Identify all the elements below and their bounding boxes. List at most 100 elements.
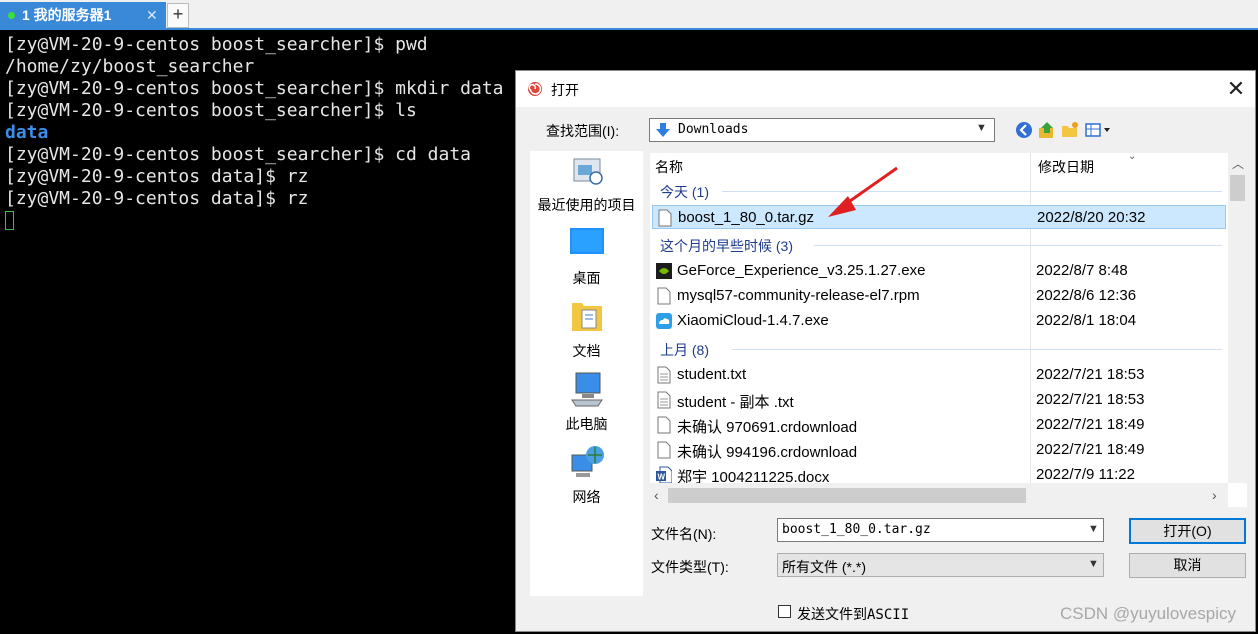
file-name-label: 文件名(N): (651, 526, 717, 542)
close-icon[interactable]: ✕ (1221, 73, 1251, 105)
text-file-icon (657, 366, 671, 384)
group-divider (814, 245, 1222, 246)
terminal-line: [zy@VM-20-9-centos boost_searcher]$ pwd (5, 34, 428, 55)
up-folder-icon[interactable] (1038, 121, 1056, 139)
file-list[interactable]: 名称 修改日期 ⌄ 今天 (1) boost_1_80_0.tar.gz 202… (650, 153, 1247, 507)
file-date: 2022/8/20 20:32 (1037, 209, 1146, 226)
file-date: 2022/8/1 18:04 (1036, 312, 1137, 329)
network-icon (571, 446, 604, 477)
file-row[interactable]: 未确认 994196.crdownload 2022/7/21 18:49 (652, 438, 1226, 462)
watermark: CSDN @yuyulovespicy (1060, 604, 1236, 623)
look-in-dropdown[interactable]: Downloads ▼ (649, 118, 995, 142)
horizontal-scroll-thumb[interactable] (668, 488, 1026, 503)
send-ascii-checkbox[interactable] (778, 605, 791, 618)
file-date: 2022/8/7 8:48 (1036, 262, 1128, 279)
documents-icon (572, 303, 602, 331)
tab-bar: 1 我的服务器1 ✕ + (0, 0, 1258, 30)
view-menu-icon[interactable] (1085, 121, 1115, 139)
new-folder-icon[interactable] (1061, 121, 1079, 139)
file-date: 2022/7/9 11:22 (1036, 466, 1135, 483)
chevron-down-icon: ▼ (976, 122, 987, 134)
terminal-line: [zy@VM-20-9-centos data]$ rz (5, 188, 309, 209)
scroll-up-icon[interactable]: ︿ (1232, 155, 1244, 172)
file-icon (657, 287, 671, 305)
group-divider (722, 191, 1222, 192)
group-divider (732, 349, 1222, 350)
look-in-value: Downloads (678, 122, 749, 137)
horizontal-scrollbar[interactable]: ‹ › (650, 483, 1228, 507)
terminal-line-directory: data (5, 122, 49, 143)
file-icon (657, 441, 671, 459)
file-name: student.txt (677, 366, 747, 383)
computer-icon (571, 372, 603, 407)
connected-status-dot (8, 12, 15, 19)
file-row[interactable]: mysql57-community-release-el7.rpm 2022/8… (652, 284, 1226, 308)
file-row[interactable]: 未确认 970691.crdownload 2022/7/21 18:49 (652, 413, 1226, 437)
scroll-right-icon[interactable]: › (1212, 487, 1217, 503)
file-name: mysql57-community-release-el7.rpm (677, 287, 920, 304)
file-name: XiaomiCloud-1.4.7.exe (677, 312, 829, 329)
column-header-date[interactable]: 修改日期 (1038, 153, 1094, 181)
back-icon[interactable] (1015, 121, 1033, 139)
file-date: 2022/7/21 18:49 (1036, 441, 1145, 458)
desktop-icon (570, 228, 604, 254)
terminal-line: [zy@VM-20-9-centos boost_searcher]$ cd d… (5, 144, 471, 165)
file-name-combobox[interactable]: boost_1_80_0.tar.gz ▼ (777, 518, 1104, 542)
snail-icon (528, 82, 542, 96)
terminal-cursor (5, 211, 14, 230)
dialog-title-bar: 打开 ✕ (516, 71, 1255, 107)
chevron-down-icon: ▼ (1088, 558, 1099, 570)
file-date: 2022/7/21 18:53 (1036, 366, 1145, 383)
download-arrow-icon (656, 123, 670, 137)
file-name: student - 副本 .txt (677, 394, 794, 411)
file-row[interactable]: XiaomiCloud-1.4.7.exe 2022/8/1 18:04 (652, 309, 1226, 333)
nvidia-icon (656, 263, 672, 279)
vertical-scroll-thumb[interactable] (1230, 175, 1245, 201)
file-type-dropdown[interactable]: 所有文件 (*.*) ▼ (777, 553, 1104, 577)
column-header-name[interactable]: 名称 (655, 153, 683, 181)
terminal-line: [zy@VM-20-9-centos boost_searcher]$ ls (5, 100, 417, 121)
group-header-last-month[interactable]: 上月 (8) (660, 340, 709, 360)
tab-label: 1 我的服务器1 (22, 7, 112, 23)
file-row-selected[interactable]: boost_1_80_0.tar.gz 2022/8/20 20:32 (652, 205, 1226, 229)
file-name-input[interactable]: boost_1_80_0.tar.gz (782, 522, 931, 537)
cancel-button[interactable]: 取消 (1129, 553, 1246, 578)
recent-items-icon (573, 158, 603, 185)
close-tab-icon[interactable]: ✕ (146, 2, 158, 28)
file-type-value: 所有文件 (*.*) (782, 559, 866, 575)
file-name: boost_1_80_0.tar.gz (678, 209, 814, 226)
svg-text:W: W (658, 473, 666, 482)
place-label: 此电脑 (565, 416, 608, 432)
place-label: 桌面 (572, 270, 601, 286)
terminal-line: /home/zy/boost_searcher (5, 56, 255, 77)
file-date: 2022/7/21 18:53 (1036, 391, 1145, 408)
file-date: 2022/7/21 18:49 (1036, 416, 1145, 433)
group-header-earlier-this-month[interactable]: 这个月的早些时候 (3) (660, 236, 793, 256)
places-bar: 最近使用的项目 桌面 文档 此电脑 网络 (530, 151, 643, 596)
tab-server-1[interactable]: 1 我的服务器1 ✕ (0, 2, 166, 28)
place-label: 最近使用的项目 (537, 197, 636, 213)
terminal-line: [zy@VM-20-9-centos boost_searcher]$ mkdi… (5, 78, 504, 99)
chevron-down-icon[interactable]: ▼ (1088, 523, 1099, 535)
send-ascii-label[interactable]: 发送文件到ASCII (797, 604, 909, 624)
text-file-icon (657, 391, 671, 409)
scroll-left-icon[interactable]: ‹ (654, 487, 659, 503)
file-row[interactable]: student.txt 2022/7/21 18:53 (652, 363, 1226, 387)
vertical-scrollbar[interactable]: ︿ (1228, 153, 1247, 483)
sort-chevron-icon: ⌄ (1128, 153, 1137, 162)
file-row[interactable]: student - 副本 .txt 2022/7/21 18:53 (652, 388, 1226, 412)
word-icon: W (656, 466, 672, 484)
group-header-today[interactable]: 今天 (1) (660, 182, 709, 202)
new-tab-button[interactable]: + (167, 3, 189, 28)
look-in-label: 查找范围(I): (546, 123, 620, 139)
open-button[interactable]: 打开(O) (1129, 518, 1246, 544)
file-name: GeForce_Experience_v3.25.1.27.exe (677, 262, 926, 279)
terminal-line: [zy@VM-20-9-centos data]$ rz (5, 166, 309, 187)
file-row[interactable]: GeForce_Experience_v3.25.1.27.exe 2022/8… (652, 259, 1226, 283)
file-name: 未确认 994196.crdownload (677, 444, 858, 461)
dialog-title: 打开 (551, 82, 579, 98)
open-file-dialog: 打开 ✕ 查找范围(I): Downloads ▼ 最近使用的项目 桌面 文档 … (515, 70, 1256, 632)
cloud-icon (656, 313, 672, 329)
file-icon (658, 209, 672, 227)
file-icon (657, 416, 671, 434)
